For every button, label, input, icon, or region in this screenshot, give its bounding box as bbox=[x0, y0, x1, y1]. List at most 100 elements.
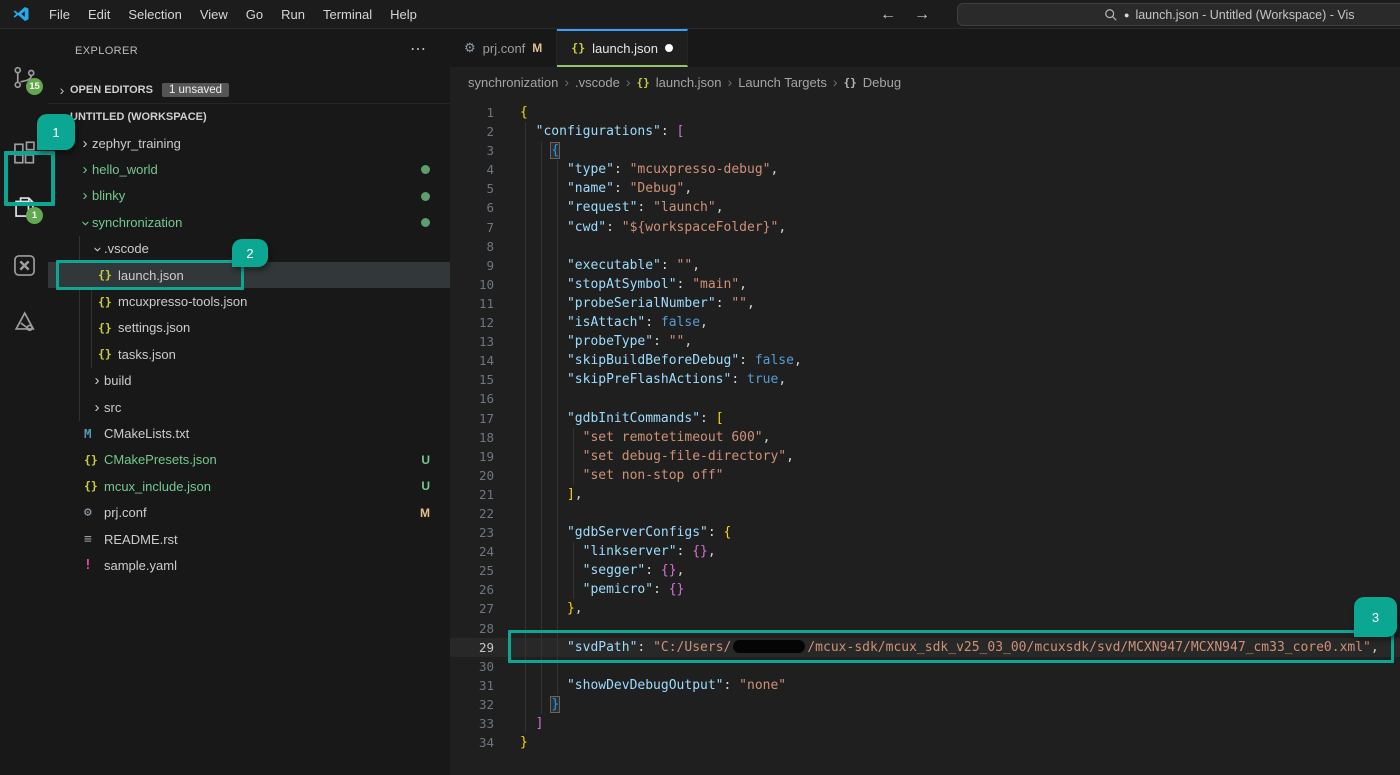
code-token bbox=[520, 258, 567, 273]
code-token: "type" bbox=[567, 162, 614, 177]
code-line-5[interactable]: 5 "name": "Debug", bbox=[450, 179, 1400, 198]
tree-item-label: CMakePresets.json bbox=[104, 452, 217, 467]
file-tree: ›zephyr_training›hello_world›blinky›sync… bbox=[48, 130, 450, 579]
code-line-3[interactable]: 3 { bbox=[450, 141, 1400, 160]
code-line-14[interactable]: 14 "skipBuildBeforeDebug": false, bbox=[450, 351, 1400, 370]
code-line-20[interactable]: 20 "set non-stop off" bbox=[450, 466, 1400, 485]
code-line-18[interactable]: 18 "set remotetimeout 600", bbox=[450, 428, 1400, 447]
code-line-13[interactable]: 13 "probeType": "", bbox=[450, 332, 1400, 351]
code-line-1[interactable]: 1{ bbox=[450, 103, 1400, 122]
code-line-7[interactable]: 7 "cwd": "${workspaceFolder}", bbox=[450, 218, 1400, 237]
tree-item-build[interactable]: ›build bbox=[48, 368, 450, 394]
menu-edit[interactable]: Edit bbox=[79, 3, 119, 26]
tree-item-label: synchronization bbox=[92, 215, 182, 230]
code-line-33[interactable]: 33 ] bbox=[450, 714, 1400, 733]
tab-launch-json[interactable]: {}launch.json bbox=[557, 29, 688, 67]
code-line-34[interactable]: 34} bbox=[450, 733, 1400, 752]
line-number: 31 bbox=[450, 676, 494, 695]
code-token bbox=[520, 277, 567, 292]
workspace-section[interactable]: › UNTITLED (WORKSPACE) bbox=[48, 103, 450, 130]
tree-item-mcuxpresso-tools-json[interactable]: {}mcuxpresso-tools.json bbox=[48, 288, 450, 314]
breadcrumb-item--vscode[interactable]: .vscode bbox=[575, 75, 620, 90]
line-content: "skipPreFlashActions": true, bbox=[494, 370, 786, 389]
code-line-19[interactable]: 19 "set debug-file-directory", bbox=[450, 447, 1400, 466]
code-line-17[interactable]: 17 "gdbInitCommands": [ bbox=[450, 409, 1400, 428]
code-line-22[interactable]: 22 bbox=[450, 504, 1400, 523]
tree-item-settings-json[interactable]: {}settings.json bbox=[48, 315, 450, 341]
tab-prj-conf[interactable]: ⚙prj.confM bbox=[450, 29, 557, 67]
code-line-26[interactable]: 26 "pemicro": {} bbox=[450, 580, 1400, 599]
tree-item-mcux-include-json[interactable]: {}mcux_include.jsonU bbox=[48, 473, 450, 499]
menu-run[interactable]: Run bbox=[272, 3, 314, 26]
tree-item-readme-rst[interactable]: ≡README.rst bbox=[48, 526, 450, 552]
code-line-10[interactable]: 10 "stopAtSymbol": "main", bbox=[450, 275, 1400, 294]
tree-item-zephyr-training[interactable]: ›zephyr_training bbox=[48, 130, 450, 156]
code-line-27[interactable]: 27 }, bbox=[450, 599, 1400, 618]
code-token: "set non-stop off" bbox=[583, 468, 724, 483]
code-line-25[interactable]: 25 "segger": {}, bbox=[450, 561, 1400, 580]
tree-item-src[interactable]: ›src bbox=[48, 394, 450, 420]
x-extension-icon[interactable] bbox=[0, 241, 48, 289]
code-line-31[interactable]: 31 "showDevDebugOutput": "none" bbox=[450, 676, 1400, 695]
menu-help[interactable]: Help bbox=[381, 3, 426, 26]
nav-forward-icon[interactable]: → bbox=[914, 6, 930, 24]
line-number: 12 bbox=[450, 313, 494, 332]
breadcrumb-item-launch-targets[interactable]: Launch Targets bbox=[738, 75, 827, 90]
chevron-right-icon: › bbox=[78, 135, 92, 152]
code-token: "skipPreFlashActions" bbox=[567, 372, 731, 387]
tree-item-hello-world[interactable]: ›hello_world bbox=[48, 156, 450, 182]
code-token bbox=[520, 487, 567, 502]
code-line-15[interactable]: 15 "skipPreFlashActions": true, bbox=[450, 370, 1400, 389]
json-file-icon: {} bbox=[98, 321, 118, 335]
tree-item-label: README.rst bbox=[104, 532, 178, 547]
code-token: } bbox=[567, 601, 575, 616]
code-line-8[interactable]: 8 bbox=[450, 237, 1400, 256]
code-line-4[interactable]: 4 "type": "mcuxpresso-debug", bbox=[450, 160, 1400, 179]
code-line-12[interactable]: 12 "isAttach": false, bbox=[450, 313, 1400, 332]
tree-item-sample-yaml[interactable]: !sample.yaml bbox=[48, 552, 450, 578]
line-number: 14 bbox=[450, 351, 494, 370]
code-token: , bbox=[684, 181, 692, 196]
tree-item-tasks-json[interactable]: {}tasks.json bbox=[48, 341, 450, 367]
line-number: 16 bbox=[450, 389, 494, 408]
menu-go[interactable]: Go bbox=[237, 3, 272, 26]
breadcrumb-item-debug[interactable]: Debug bbox=[863, 75, 901, 90]
code-line-6[interactable]: 6 "request": "launch", bbox=[450, 198, 1400, 217]
open-editors-section[interactable]: › OPEN EDITORS 1 unsaved bbox=[48, 76, 450, 103]
code-line-16[interactable]: 16 bbox=[450, 389, 1400, 408]
command-center-search[interactable]: ● launch.json - Untitled (Workspace) - V… bbox=[957, 3, 1400, 26]
tree-item-prj-conf[interactable]: ⚙prj.confM bbox=[48, 499, 450, 525]
code-line-24[interactable]: 24 "linkserver": {}, bbox=[450, 542, 1400, 561]
line-content: "segger": {}, bbox=[494, 561, 684, 580]
menu-selection[interactable]: Selection bbox=[119, 3, 190, 26]
rst-file-icon: ≡ bbox=[84, 532, 104, 547]
nav-back-icon[interactable]: ← bbox=[880, 6, 896, 24]
more-actions-icon[interactable]: ⋯ bbox=[410, 39, 428, 59]
tree-item-synchronization[interactable]: ›synchronization bbox=[48, 209, 450, 235]
code-line-2[interactable]: 2 "configurations": [ bbox=[450, 122, 1400, 141]
code-token bbox=[520, 678, 567, 693]
menu-view[interactable]: View bbox=[191, 3, 237, 26]
menu-file[interactable]: File bbox=[40, 3, 79, 26]
code-token bbox=[520, 411, 567, 426]
code-line-11[interactable]: 11 "probeSerialNumber": "", bbox=[450, 294, 1400, 313]
code-line-9[interactable]: 9 "executable": "", bbox=[450, 256, 1400, 275]
code-line-21[interactable]: 21 ], bbox=[450, 485, 1400, 504]
mcuxpresso-tools-icon[interactable] bbox=[0, 297, 48, 345]
code-token: , bbox=[677, 563, 685, 578]
code-token: , bbox=[778, 372, 786, 387]
callout-step-3: 3 bbox=[1354, 597, 1397, 637]
source-control-icon[interactable]: 15 bbox=[0, 53, 48, 101]
line-number: 23 bbox=[450, 523, 494, 542]
breadcrumb-item-synchronization[interactable]: synchronization bbox=[468, 75, 558, 90]
code-line-32[interactable]: 32 } bbox=[450, 695, 1400, 714]
tree-item-cmakelists-txt[interactable]: MCMakeLists.txt bbox=[48, 420, 450, 446]
open-editors-label: OPEN EDITORS bbox=[70, 84, 153, 96]
code-line-23[interactable]: 23 "gdbServerConfigs": { bbox=[450, 523, 1400, 542]
breadcrumb-item-launch-json[interactable]: launch.json bbox=[656, 75, 722, 90]
tree-item-cmakepresets-json[interactable]: {}CMakePresets.jsonU bbox=[48, 447, 450, 473]
tree-item-blinky[interactable]: ›blinky bbox=[48, 183, 450, 209]
gear-file-icon: ⚙ bbox=[84, 505, 104, 520]
tab-label: prj.conf bbox=[483, 41, 526, 56]
menu-terminal[interactable]: Terminal bbox=[314, 3, 381, 26]
